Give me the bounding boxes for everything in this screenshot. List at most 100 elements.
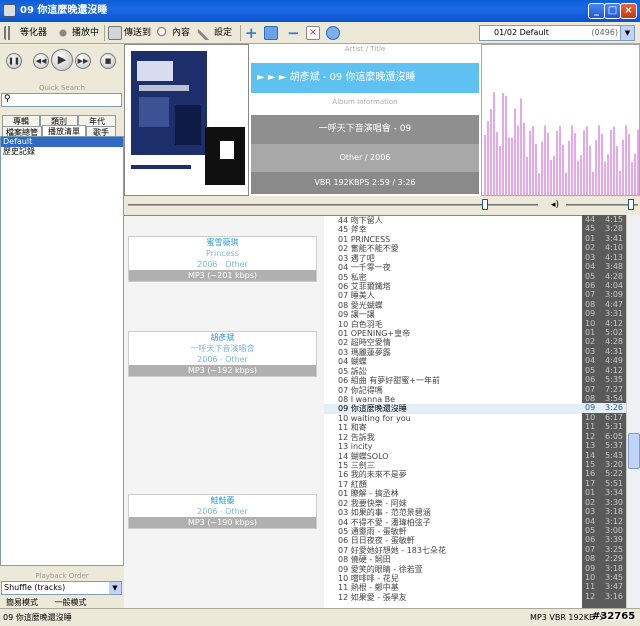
time-row[interactable]: 09 3:26 bbox=[582, 403, 626, 413]
volume-thumb[interactable] bbox=[627, 199, 634, 210]
track-row[interactable]: 12 告訴我 bbox=[324, 433, 582, 442]
album-group-2[interactable]: 胡彥斌 一呼天下音演唱會 2006 · Other MP3 (~192 kbps… bbox=[128, 331, 317, 377]
track-row[interactable]: 11 和寄 bbox=[324, 423, 582, 432]
play-button[interactable]: ▶ bbox=[51, 49, 73, 71]
track-row[interactable]: 12 如果愛 - 張學友 bbox=[324, 593, 582, 602]
track-row[interactable]: 07 好愛她好想她 - 183七朵花 bbox=[324, 546, 582, 555]
track-row[interactable]: 05 通靈雨 - 蛋敏軒 bbox=[324, 527, 582, 536]
time-row[interactable]: 12 6:05 bbox=[582, 432, 626, 441]
track-row[interactable]: 10 waiting for you bbox=[324, 414, 582, 423]
previous-button[interactable]: ◀◀ bbox=[33, 53, 49, 69]
track-row[interactable]: 03 如果的事 - 范范景碧涵 bbox=[324, 508, 582, 517]
next-button[interactable]: ▶▶ bbox=[75, 53, 91, 69]
time-row[interactable]: 10 4:12 bbox=[582, 319, 626, 328]
time-row[interactable]: 02 4:28 bbox=[582, 337, 626, 346]
playlist-select[interactable]: 01/02 Default (0496) ▼ bbox=[479, 25, 635, 41]
time-row[interactable]: 09 3:31 bbox=[582, 309, 626, 318]
track-row[interactable]: 04 蝴蝶 bbox=[324, 357, 582, 366]
track-row[interactable]: 08 僥硬 - 飼田 bbox=[324, 555, 582, 564]
time-row[interactable]: 08 3:54 bbox=[582, 394, 626, 403]
time-row[interactable]: 07 3:25 bbox=[582, 545, 626, 554]
time-row[interactable]: 09 3:18 bbox=[582, 564, 626, 573]
playback-order-select[interactable]: Shuffle (tracks) ▼ bbox=[1, 581, 122, 595]
time-row[interactable]: 11 3:47 bbox=[582, 582, 626, 591]
track-row[interactable]: 06 艾菲爾鐵塔 bbox=[324, 282, 582, 291]
time-row[interactable]: 06 5:35 bbox=[582, 375, 626, 384]
time-row[interactable]: 10 3:45 bbox=[582, 573, 626, 582]
track-row[interactable]: 15 三劍三 bbox=[324, 461, 582, 470]
time-row[interactable]: 04 3:48 bbox=[582, 262, 626, 271]
time-row[interactable]: 05 3:00 bbox=[582, 526, 626, 535]
track-row[interactable]: 02 奮能不能不愛 bbox=[324, 244, 582, 253]
simple-mode-button[interactable]: 簡易模式 bbox=[6, 598, 38, 607]
refresh-button[interactable] bbox=[326, 24, 342, 42]
tree-item-default[interactable]: Default bbox=[1, 137, 123, 147]
equalizer-button[interactable]: 等化器 bbox=[4, 24, 47, 42]
time-row[interactable]: 17 5:51 bbox=[582, 479, 626, 488]
time-row[interactable]: 02 4:10 bbox=[582, 243, 626, 252]
time-row[interactable]: 05 4:12 bbox=[582, 366, 626, 375]
time-row[interactable]: 06 3:39 bbox=[582, 535, 626, 544]
track-row[interactable]: 06 組曲 有夢好甜蜜+一年前 bbox=[324, 376, 582, 385]
track-row[interactable]: 44 吻下留人 bbox=[324, 216, 582, 225]
track-row[interactable]: 05 私密 bbox=[324, 273, 582, 282]
time-row[interactable]: 01 3:34 bbox=[582, 488, 626, 497]
album-group-3[interactable]: 鮭鮭萎 2006 · Other MP3 (~190 kbps) bbox=[128, 494, 317, 529]
normal-mode-button[interactable]: 一般模式 bbox=[55, 598, 87, 607]
time-row[interactable]: 10 6:17 bbox=[582, 413, 626, 422]
send-to-button[interactable]: 傳送到 bbox=[108, 24, 151, 42]
track-row[interactable]: 02 我要快樂 - 阿妹 bbox=[324, 499, 582, 508]
time-row[interactable]: 03 4:13 bbox=[582, 253, 626, 262]
track-row[interactable]: 07 你記得嗎 bbox=[324, 386, 582, 395]
remove-icon[interactable]: − bbox=[287, 24, 300, 42]
time-row[interactable]: 11 5:31 bbox=[582, 422, 626, 431]
quick-search-input[interactable]: ⚲ bbox=[1, 93, 122, 107]
track-row[interactable]: 02 超時空愛情 bbox=[324, 338, 582, 347]
time-row[interactable]: 02 3:30 bbox=[582, 498, 626, 507]
track-row[interactable]: 09 你這麼晚還沒睡 bbox=[324, 404, 582, 414]
track-row[interactable]: 13 incity bbox=[324, 442, 582, 451]
track-row[interactable]: 04 不得不愛 - 潘瑋柏弦子 bbox=[324, 518, 582, 527]
minimize-button[interactable]: _ bbox=[588, 3, 605, 19]
track-row[interactable]: 17 紅顏 bbox=[324, 480, 582, 489]
track-row[interactable]: 09 讓一讓 bbox=[324, 310, 582, 319]
time-row[interactable]: 16 5:22 bbox=[582, 469, 626, 478]
track-row[interactable]: 04 一千零一夜 bbox=[324, 263, 582, 272]
track-row[interactable]: 09 愛笑的眼睛 - 徐若萱 bbox=[324, 565, 582, 574]
chevron-down-icon[interactable]: ▼ bbox=[620, 26, 634, 40]
add-icon[interactable]: + bbox=[245, 24, 258, 42]
track-row[interactable]: 01 瞭解 - 搞丞林 bbox=[324, 489, 582, 498]
time-row[interactable]: 15 3:20 bbox=[582, 460, 626, 469]
maximize-button[interactable]: □ bbox=[604, 3, 621, 19]
time-row[interactable]: 05 4:28 bbox=[582, 272, 626, 281]
time-row[interactable]: 07 3:09 bbox=[582, 290, 626, 299]
track-row[interactable]: 45 斧幸 bbox=[324, 225, 582, 234]
track-row[interactable]: 16 我的未來不是夢 bbox=[324, 470, 582, 479]
seek-bar[interactable] bbox=[128, 204, 538, 206]
chevron-down-icon[interactable]: ▼ bbox=[109, 582, 121, 594]
time-row[interactable]: 03 3:18 bbox=[582, 507, 626, 516]
time-row[interactable]: 14 5:43 bbox=[582, 451, 626, 460]
open-folder-button[interactable] bbox=[264, 24, 280, 42]
track-row[interactable]: 11 熱根 - 鄭中基 bbox=[324, 583, 582, 592]
stop-button[interactable]: ■ bbox=[100, 53, 116, 69]
now-playing-button[interactable]: 播放中 bbox=[56, 24, 99, 42]
seek-thumb[interactable] bbox=[481, 199, 488, 210]
pause-button[interactable]: ❚❚ bbox=[6, 53, 22, 69]
time-row[interactable]: 06 4:04 bbox=[582, 281, 626, 290]
track-row[interactable]: 03 遇了吧 bbox=[324, 254, 582, 263]
settings-button[interactable]: 設定 bbox=[198, 24, 232, 42]
time-row[interactable]: 07 7:27 bbox=[582, 385, 626, 394]
scrollbar-thumb[interactable] bbox=[628, 433, 640, 469]
content-button[interactable]: 內容 bbox=[156, 24, 190, 42]
track-list-scrollbar[interactable] bbox=[626, 215, 640, 608]
track-row[interactable]: 14 蝴蝶SOLO bbox=[324, 452, 582, 461]
tree-item-history[interactable]: 歷史記錄 bbox=[1, 147, 123, 157]
album-group-1[interactable]: 蜜雪薇琪 Princess 2006 · Other MP3 (~201 kbp… bbox=[128, 236, 317, 282]
time-row[interactable]: 04 3:12 bbox=[582, 517, 626, 526]
time-row[interactable]: 08 2:29 bbox=[582, 554, 626, 563]
time-row[interactable]: 08 4:47 bbox=[582, 300, 626, 309]
time-row[interactable]: 03 4:31 bbox=[582, 347, 626, 356]
track-row[interactable]: 10 白色羽毛 bbox=[324, 320, 582, 329]
time-row[interactable]: 01 5:02 bbox=[582, 328, 626, 337]
